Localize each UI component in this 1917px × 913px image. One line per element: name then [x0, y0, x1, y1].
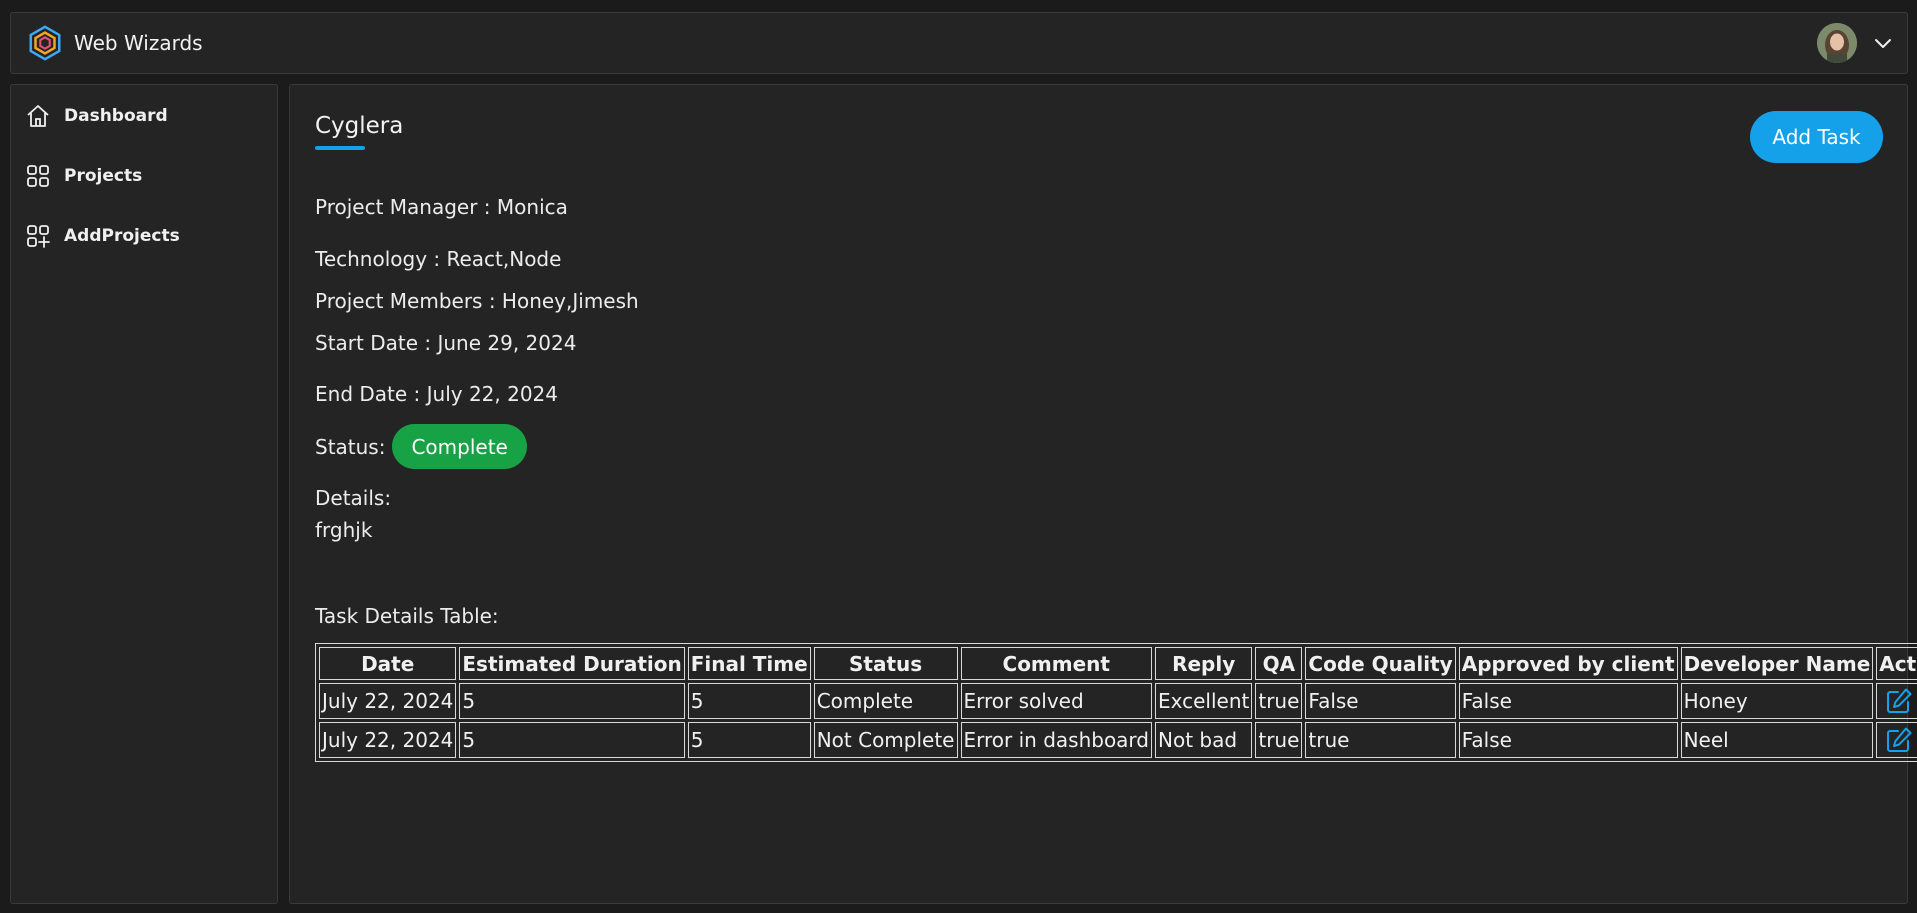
- sidebar-item-label: AddProjects: [64, 226, 180, 246]
- table-cell: Not bad: [1155, 722, 1253, 758]
- table-caption: Task Details Table:: [315, 604, 499, 628]
- table-cell: 5: [687, 683, 811, 719]
- sidebar-item-projects[interactable]: Projects: [25, 159, 265, 193]
- table-cell: Honey: [1680, 683, 1874, 719]
- task-details-table: Date Estimated Duration Final Time Statu…: [315, 643, 1917, 762]
- table-row: July 22, 2024 5 5 Complete Error solved …: [319, 683, 1917, 719]
- user-avatar-icon: [1817, 23, 1857, 63]
- table-cell: Error solved: [960, 683, 1152, 719]
- column-header: Approved by client: [1458, 647, 1678, 680]
- table-row: July 22, 2024 5 5 Not Complete Error in …: [319, 722, 1917, 758]
- sidebar-item-addprojects[interactable]: AddProjects: [25, 219, 265, 253]
- project-manager: Project Manager : Monica: [315, 195, 568, 219]
- page-title: Cyglera: [315, 113, 404, 139]
- table-cell: true: [1255, 683, 1303, 719]
- table-cell: July 22, 2024: [319, 683, 457, 719]
- column-header: Code Quality: [1305, 647, 1456, 680]
- table-cell: Excellent: [1155, 683, 1253, 719]
- avatar[interactable]: [1817, 23, 1857, 63]
- details-label: Details:: [315, 486, 392, 510]
- table-cell: true: [1255, 722, 1303, 758]
- column-header: Comment: [960, 647, 1152, 680]
- title-underline: [315, 146, 365, 150]
- column-header: Status: [813, 647, 958, 680]
- actions-cell: [1876, 722, 1917, 758]
- grid-icon: [25, 163, 51, 189]
- status-label: Status:: [315, 434, 386, 459]
- table-cell: true: [1305, 722, 1456, 758]
- table-cell: July 22, 2024: [319, 722, 457, 758]
- column-header: Date: [319, 647, 457, 680]
- edit-icon[interactable]: [1884, 725, 1914, 755]
- table-cell: Neel: [1680, 722, 1874, 758]
- app-name: Web Wizards: [74, 31, 203, 55]
- column-header: Developer Name: [1680, 647, 1874, 680]
- status-row: Status: Complete: [315, 424, 527, 469]
- sidebar-item-label: Projects: [64, 166, 143, 186]
- column-header: QA: [1255, 647, 1303, 680]
- project-technology: Technology : React,Node: [315, 247, 562, 271]
- column-header: Final Time: [687, 647, 811, 680]
- actions-cell: [1876, 683, 1917, 719]
- grid-add-icon: [25, 223, 51, 249]
- table-cell: False: [1305, 683, 1456, 719]
- home-icon: [25, 103, 51, 129]
- project-members: Project Members : Honey,Jimesh: [315, 289, 639, 313]
- column-header: Actions: [1876, 647, 1917, 680]
- hexagon-logo-icon: [29, 25, 61, 61]
- table-cell: 5: [459, 683, 685, 719]
- table-header-row: Date Estimated Duration Final Time Statu…: [319, 647, 1917, 680]
- column-header: Estimated Duration: [459, 647, 685, 680]
- table-cell: 5: [687, 722, 811, 758]
- table-cell: Error in dashboard: [960, 722, 1152, 758]
- table-cell: False: [1458, 683, 1678, 719]
- top-bar: Web Wizards: [10, 12, 1908, 74]
- sidebar-item-label: Dashboard: [64, 106, 168, 126]
- table-cell: 5: [459, 722, 685, 758]
- edit-icon[interactable]: [1884, 686, 1914, 716]
- sidebar-item-dashboard[interactable]: Dashboard: [25, 99, 265, 133]
- status-badge: Complete: [392, 424, 527, 469]
- sidebar: Dashboard Projects AddProjects: [10, 84, 278, 904]
- table-cell: Complete: [813, 683, 958, 719]
- add-task-button[interactable]: Add Task: [1750, 111, 1883, 163]
- project-end-date: End Date : July 22, 2024: [315, 382, 559, 406]
- table-cell: Not Complete: [813, 722, 958, 758]
- project-start-date: Start Date : June 29, 2024: [315, 331, 577, 355]
- table-cell: False: [1458, 722, 1678, 758]
- project-detail-panel: Cyglera Add Task Project Manager : Monic…: [289, 84, 1917, 904]
- chevron-down-icon[interactable]: [1873, 35, 1893, 53]
- details-value: frghjk: [315, 518, 373, 542]
- column-header: Reply: [1155, 647, 1253, 680]
